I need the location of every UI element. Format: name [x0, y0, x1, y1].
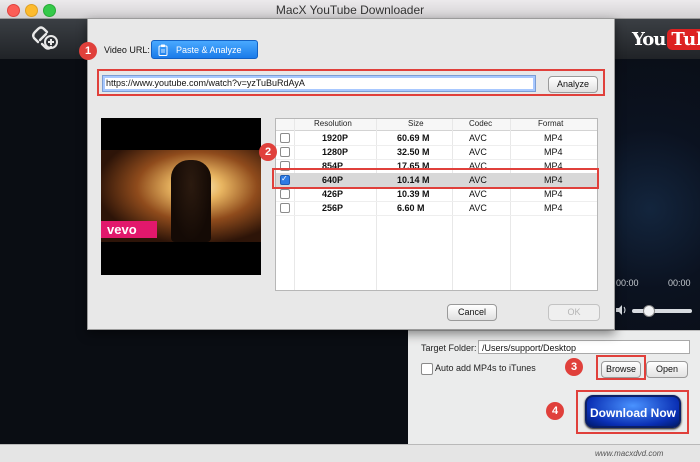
link-plus-icon[interactable]: [30, 24, 60, 54]
video-thumbnail: vevo: [101, 150, 261, 242]
ok-button[interactable]: OK: [548, 304, 600, 321]
cell-codec: AVC: [469, 147, 487, 157]
table-row[interactable]: 1280P 32.50 M AVC MP4: [276, 145, 597, 160]
column-header-size: Size: [408, 119, 424, 128]
paste-analyze-button[interactable]: Paste & Analyze: [151, 40, 258, 59]
target-folder-field[interactable]: /Users/support/Desktop: [478, 340, 690, 354]
row-checkbox[interactable]: [280, 189, 290, 199]
cell-codec: AVC: [469, 133, 487, 143]
table-row[interactable]: 256P 6.60 M AVC MP4: [276, 201, 597, 216]
highlight-download: [576, 390, 689, 434]
cell-codec: AVC: [469, 189, 487, 199]
format-table: Resolution Size Codec Format 1920P 60.69…: [275, 118, 598, 291]
volume-slider[interactable]: [632, 309, 692, 313]
row-checkbox[interactable]: [280, 147, 290, 157]
cell-format: MP4: [544, 147, 563, 157]
column-header-resolution: Resolution: [314, 119, 352, 128]
brand-url: www.macxdvd.com: [595, 449, 664, 458]
cell-size: 32.50 M: [397, 147, 430, 157]
cell-resolution: 426P: [322, 189, 344, 199]
cell-size: 6.60 M: [397, 203, 425, 213]
highlight-url-row: [97, 69, 605, 96]
step-badge-2: 2: [259, 143, 277, 161]
cell-resolution: 1920P: [322, 133, 349, 143]
paste-analyze-label: Paste & Analyze: [176, 45, 242, 55]
cell-resolution: 1280P: [322, 147, 349, 157]
player-time-current: 00:00: [616, 278, 639, 288]
youtube-logo: You Tube: [632, 28, 700, 50]
speaker-icon[interactable]: [615, 304, 627, 316]
itunes-checkbox-label: Auto add MP4s to iTunes: [435, 363, 536, 373]
cell-format: MP4: [544, 133, 563, 143]
youtube-logo-you: You: [632, 28, 666, 50]
player-time-total: 00:00: [668, 278, 691, 288]
highlight-browse: [596, 355, 646, 380]
cell-size: 10.39 M: [397, 189, 430, 199]
player-time-bar: 00:00 00:00: [610, 270, 700, 300]
title-bar: MacX YouTube Downloader: [0, 0, 700, 19]
column-header-format: Format: [538, 119, 564, 128]
column-header-codec: Codec: [469, 119, 493, 128]
cell-format: MP4: [544, 203, 563, 213]
step-badge-4: 4: [546, 402, 564, 420]
table-header: Resolution Size Codec Format: [276, 119, 597, 131]
cell-codec: AVC: [469, 203, 487, 213]
target-folder-label: Target Folder:: [421, 343, 477, 353]
table-row[interactable]: 1920P 60.69 M AVC MP4: [276, 131, 597, 146]
volume-slider-knob[interactable]: [643, 305, 655, 317]
vevo-badge: vevo: [101, 221, 157, 238]
cell-resolution: 256P: [322, 203, 344, 213]
step-badge-3: 3: [565, 358, 583, 376]
youtube-logo-tube: Tube: [667, 28, 700, 50]
cancel-button[interactable]: Cancel: [447, 304, 497, 321]
clipboard-icon: [158, 44, 168, 56]
table-row[interactable]: 426P 10.39 M AVC MP4: [276, 187, 597, 202]
highlight-selected-row: [272, 168, 599, 189]
video-url-label: Video URL:: [104, 45, 150, 55]
window-title: MacX YouTube Downloader: [275, 3, 425, 17]
step-badge-1: 1: [79, 42, 97, 60]
cell-format: MP4: [544, 189, 563, 199]
row-checkbox[interactable]: [280, 133, 290, 143]
cell-size: 60.69 M: [397, 133, 430, 143]
itunes-checkbox[interactable]: [421, 363, 433, 375]
thumbnail-figure: [171, 160, 211, 242]
open-button[interactable]: Open: [646, 361, 688, 378]
row-checkbox[interactable]: [280, 203, 290, 213]
